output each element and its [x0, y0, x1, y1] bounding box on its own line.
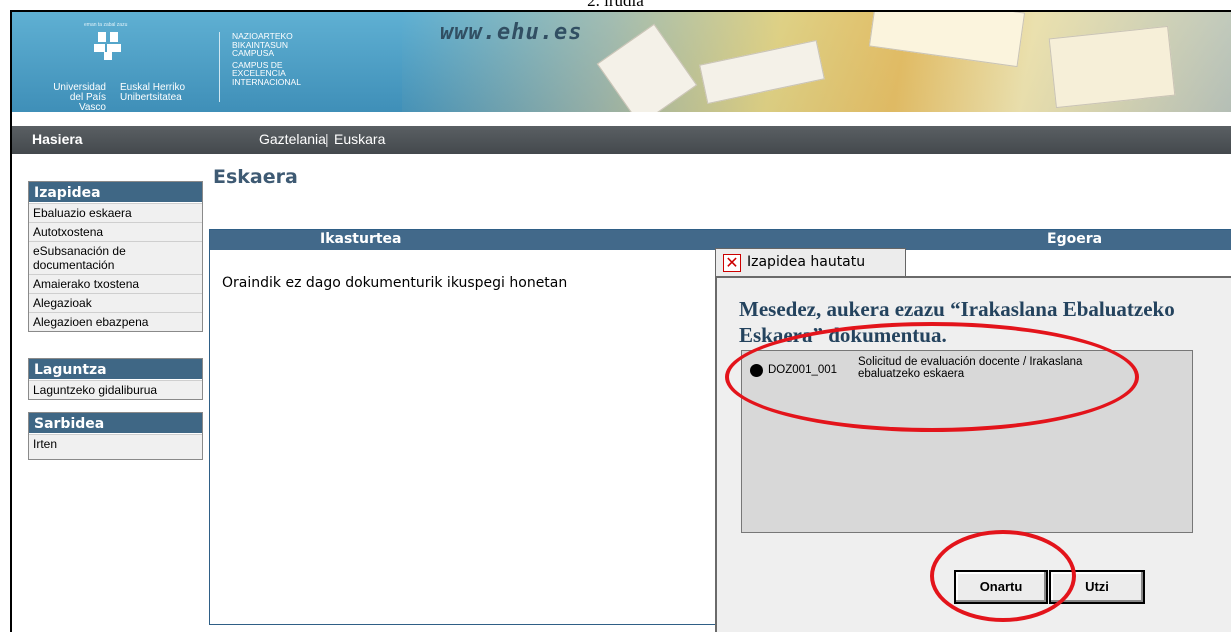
select-procedure-dialog: Mesedez, aukera ezazu “Irakaslana Ebalua…	[715, 276, 1231, 632]
sidebar-item-laguntzeko-gidaliburua[interactable]: Laguntzeko gidaliburua	[29, 380, 202, 399]
sidebar-item-amaierako-txostena[interactable]: Amaierako txostena	[29, 274, 202, 293]
app-window: eman ta zabal zazu Universidad del País …	[10, 10, 1231, 632]
lang-eu-link[interactable]: Euskara	[334, 131, 385, 147]
column-ikasturtea[interactable]: Ikasturtea	[320, 231, 402, 247]
column-egoera[interactable]: Egoera	[1047, 231, 1102, 247]
sidebar-section-title: Izapidea	[29, 182, 202, 203]
header-banner: eman ta zabal zazu Universidad del País …	[12, 12, 1231, 112]
sidebar-item-esubsanacion[interactable]: eSubsanación de documentación	[29, 241, 202, 274]
option-description: Solicitud de evaluación docente / Irakas…	[858, 356, 1083, 380]
logo-text-es: Universidad del País Vasco	[53, 82, 106, 113]
document-listbox[interactable]: DOZ001_001 Solicitud de evaluación docen…	[741, 350, 1193, 533]
sidebar-section-izapidea: Izapidea Ebaluazio eskaera Autotxostena …	[28, 181, 203, 332]
dialog-title-tab: ✕ Izapidea hautatu	[715, 248, 906, 277]
empty-message: Oraindik ez dago dokumenturik ikuspegi h…	[222, 275, 568, 291]
ok-button[interactable]: Onartu	[954, 570, 1048, 604]
logo-divider	[219, 32, 220, 102]
radio-selected-icon[interactable]	[750, 364, 763, 377]
paper-decoration	[1048, 25, 1176, 109]
page-title: Eskaera	[213, 166, 298, 188]
logo-text-eu: Euskal Herriko Unibertsitatea	[120, 82, 186, 103]
logo-motto: eman ta zabal zazu	[84, 22, 128, 28]
option-code: DOZ001_001	[768, 364, 838, 376]
dialog-message: Mesedez, aukera ezazu “Irakaslana Ebalua…	[739, 297, 1175, 347]
sidebar-item-alegazioak[interactable]: Alegazioak	[29, 293, 202, 312]
sidebar-item-ebaluazio-eskaera[interactable]: Ebaluazio eskaera	[29, 203, 202, 222]
sidebar-item-irten[interactable]: Irten	[29, 434, 202, 453]
sidebar-item-alegazioen-ebazpena[interactable]: Alegazioen ebazpena	[29, 312, 202, 331]
lang-separator: |	[325, 131, 329, 147]
lang-es-link[interactable]: Gaztelania	[259, 131, 326, 147]
university-logo-icon	[94, 30, 124, 60]
nav-home-link[interactable]: Hasiera	[32, 131, 83, 147]
sidebar-section-title: Laguntza	[29, 359, 202, 380]
sidebar-section-sarbidea: Sarbidea Irten	[28, 412, 203, 460]
close-icon[interactable]: ✕	[723, 254, 741, 272]
top-navbar: Hasiera Gaztelania | Euskara	[12, 126, 1231, 154]
sidebar-item-autotxostena[interactable]: Autotxostena	[29, 222, 202, 241]
sidebar-section-laguntza: Laguntza Laguntzeko gidaliburua	[28, 358, 203, 400]
cancel-button[interactable]: Utzi	[1049, 570, 1145, 604]
dialog-title: Izapidea hautatu	[747, 254, 866, 270]
sidebar-section-title: Sarbidea	[29, 413, 202, 434]
website-watermark: www.ehu.es	[440, 20, 583, 45]
table-header: Ikasturtea Egoera	[210, 230, 1231, 250]
campus-label: NAZIOARTEKO BIKAINTASUN CAMPUSA CAMPUS D…	[232, 31, 301, 87]
